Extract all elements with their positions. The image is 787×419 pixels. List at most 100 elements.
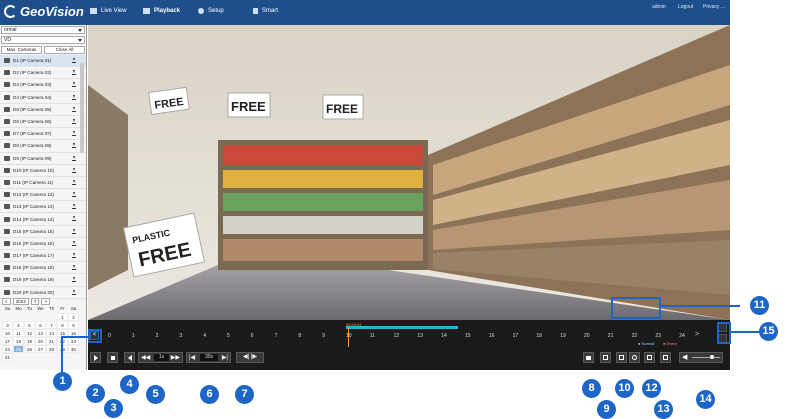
user-link[interactable]: admin: [652, 4, 666, 10]
volume-knob[interactable]: [710, 355, 714, 359]
stream-select[interactable]: VD: [1, 36, 85, 44]
fullscreen-button[interactable]: [644, 352, 655, 363]
download-icon[interactable]: [72, 204, 76, 210]
nav-live-view[interactable]: Live View: [90, 8, 127, 14]
calendar-day[interactable]: 2: [68, 313, 79, 321]
calendar-day[interactable]: 5: [24, 321, 35, 329]
play-button[interactable]: [90, 352, 101, 363]
calendar-day[interactable]: 9: [68, 321, 79, 329]
timeline-next-button[interactable]: >: [695, 331, 699, 338]
logout-link[interactable]: Logout: [678, 4, 693, 10]
nav-playback[interactable]: Playback: [143, 8, 180, 14]
export-button[interactable]: [600, 352, 611, 363]
download-icon[interactable]: [72, 106, 76, 112]
download-icon[interactable]: [72, 192, 76, 198]
camera-list-item[interactable]: D19 (IP Camera 19): [0, 274, 86, 287]
download-icon[interactable]: [72, 265, 76, 271]
info-button[interactable]: [660, 352, 671, 363]
max-cameras-button[interactable]: Max. Cameras: [1, 46, 42, 54]
camera-list-item[interactable]: D2 (IP Camera 02): [0, 67, 86, 80]
download-icon[interactable]: [72, 70, 76, 76]
camera-list-item[interactable]: D10 (IP Camera 10): [0, 165, 86, 177]
download-icon[interactable]: [72, 118, 76, 124]
calendar-day[interactable]: 31: [2, 353, 13, 361]
calendar-day[interactable]: 27: [35, 345, 46, 353]
camera-list-item[interactable]: D12 (IP Camera 12): [0, 189, 86, 202]
calendar-day[interactable]: 18: [13, 337, 24, 345]
calendar-day[interactable]: 13: [35, 329, 46, 337]
download-icon[interactable]: [72, 94, 76, 100]
calendar-day[interactable]: 21: [46, 337, 57, 345]
calendar-day[interactable]: 11: [13, 329, 24, 337]
volume-slider[interactable]: [692, 357, 720, 358]
calendar-day[interactable]: 14: [46, 329, 57, 337]
download-icon[interactable]: [72, 240, 76, 246]
view-mode-select[interactable]: ormal: [1, 26, 85, 34]
calendar-day[interactable]: 12: [24, 329, 35, 337]
download-icon[interactable]: [72, 58, 76, 63]
calendar-day[interactable]: 30: [68, 345, 79, 353]
volume-control[interactable]: ◀: [679, 352, 723, 363]
download-icon[interactable]: [72, 277, 76, 283]
faster-icon[interactable]: ▶▶: [171, 354, 180, 361]
calendar-day[interactable]: 6: [35, 321, 46, 329]
step-back-icon[interactable]: |◀: [189, 354, 195, 361]
layout-button[interactable]: [616, 352, 627, 363]
download-icon[interactable]: [72, 167, 76, 173]
calendar-day[interactable]: 7: [46, 321, 57, 329]
camera-list-item[interactable]: D11 (IP Camera 11): [0, 177, 86, 190]
calendar-day[interactable]: 4: [13, 321, 24, 329]
stop-button[interactable]: [107, 352, 118, 363]
camera-list-item[interactable]: D16 (IP Camera 16): [0, 238, 86, 250]
dewarp-button[interactable]: [629, 352, 640, 363]
speed-control[interactable]: ◀◀ 1x ▶▶: [138, 352, 183, 363]
close-all-button[interactable]: Close All: [44, 46, 85, 54]
calendar-day[interactable]: 19: [24, 337, 35, 345]
nav-setup[interactable]: Setup: [198, 8, 224, 14]
camera-list-item[interactable]: D18 (IP Camera 18): [0, 262, 86, 275]
prev-month-button[interactable]: <: [2, 297, 11, 305]
snapshot-button[interactable]: [583, 352, 594, 363]
timeline-bar[interactable]: < > 09:49:41 0 1 2 3 4 5 6 7 8 9 10 11 12 13 14 15 16 17 1…: [88, 320, 730, 348]
download-icon[interactable]: [72, 82, 76, 88]
camera-list-item[interactable]: D7 (IP Camera 07): [0, 128, 86, 141]
camera-list-item[interactable]: D17 (IP Camera 17): [0, 250, 86, 263]
download-icon[interactable]: [72, 228, 76, 234]
download-icon[interactable]: [72, 155, 76, 161]
camera-list-item[interactable]: D3 (IP Camera 03): [0, 79, 86, 92]
download-icon[interactable]: [72, 216, 76, 222]
year-select[interactable]: 2022: [12, 297, 29, 305]
camera-list-item[interactable]: D8 (IP Camera 08): [0, 140, 86, 153]
calendar-day[interactable]: 1: [57, 313, 68, 321]
step-control[interactable]: |◀ 30s ▶|: [186, 352, 231, 363]
calendar-day[interactable]: 26: [24, 345, 35, 353]
camera-list-item[interactable]: D14 (IP Camera 14): [0, 213, 86, 226]
camera-list-item[interactable]: D1 (IP Camera 01): [0, 55, 86, 68]
calendar-day[interactable]: 17: [2, 337, 13, 345]
speaker-icon[interactable]: ◀: [682, 353, 687, 361]
download-icon[interactable]: [72, 253, 76, 258]
calendar-day[interactable]: 3: [2, 321, 13, 329]
step-forward-icon[interactable]: ▶|: [222, 354, 228, 361]
camera-list-item[interactable]: D9 (IP Camera 09): [0, 153, 86, 165]
next-month-button[interactable]: >: [41, 297, 51, 305]
month-select[interactable]: 7: [30, 297, 40, 305]
download-icon[interactable]: [72, 179, 76, 185]
nav-smart[interactable]: Smart: [253, 8, 278, 14]
camera-list-item[interactable]: D5 (IP Camera 05): [0, 104, 86, 116]
slower-icon[interactable]: ◀◀: [141, 354, 150, 361]
calendar-day[interactable]: 25: [13, 345, 24, 353]
download-icon[interactable]: [72, 131, 76, 137]
reverse-play-button[interactable]: [124, 352, 135, 363]
calendar-day[interactable]: 8: [57, 321, 68, 329]
camera-list-item[interactable]: D6 (IP Camera 06): [0, 116, 86, 129]
download-icon[interactable]: [72, 143, 76, 149]
camera-list-item[interactable]: D13 (IP Camera 13): [0, 201, 86, 214]
step-value[interactable]: 30s: [200, 354, 218, 361]
camera-list-item[interactable]: D15 (IP Camera 15): [0, 226, 86, 238]
calendar-day[interactable]: 28: [46, 345, 57, 353]
privacy-link[interactable]: Privacy ...: [703, 4, 725, 10]
calendar-day[interactable]: 20: [35, 337, 46, 345]
calendar-day[interactable]: 10: [2, 329, 13, 337]
camera-list-item[interactable]: D4 (IP Camera 04): [0, 92, 86, 104]
